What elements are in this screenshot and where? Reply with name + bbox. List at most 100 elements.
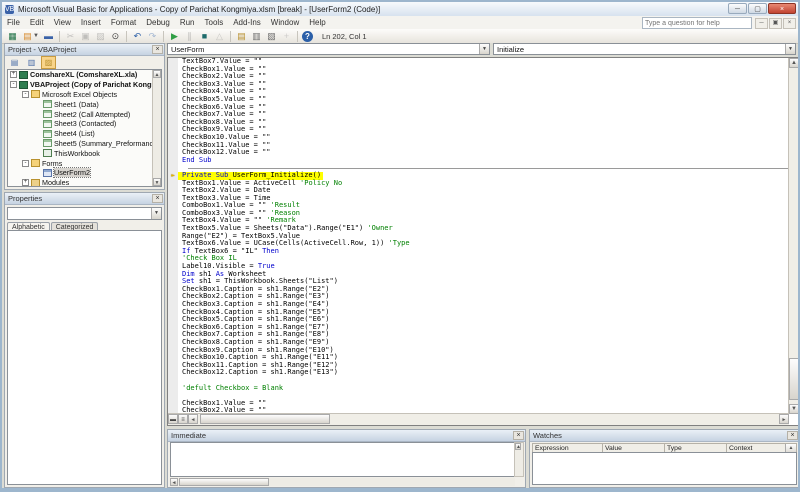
properties-object-dropdown[interactable]: ▼ (7, 207, 162, 220)
redo-icon[interactable]: ↷ (146, 30, 159, 42)
tree-item-comsharexl-comsharexl-xla[interactable]: +ComshareXL (ComshareXL.xla) (8, 70, 161, 80)
menu-addins[interactable]: Add-Ins (228, 16, 266, 29)
code-vertical-scrollbar[interactable]: ▲ ▼ (788, 58, 799, 414)
immediate-close-icon[interactable]: × (513, 431, 524, 440)
menu-tools[interactable]: Tools (200, 16, 229, 29)
minimize-button[interactable]: ─ (728, 3, 747, 14)
menu-edit[interactable]: Edit (25, 16, 49, 29)
menu-insert[interactable]: Insert (76, 16, 106, 29)
scroll-left-icon[interactable]: ◄ (170, 478, 178, 486)
paste-icon[interactable]: ▨ (94, 30, 107, 42)
mdi-restore-button[interactable]: ▣ (769, 18, 782, 29)
watches-panel-title: Watches (533, 431, 562, 440)
scroll-up-icon[interactable]: ▲ (789, 58, 799, 68)
view-object-icon[interactable]: ▥ (24, 56, 39, 69)
copy-icon[interactable]: ▣ (79, 30, 92, 42)
help-icon[interactable]: ? (302, 31, 313, 42)
chevron-down-icon[interactable]: ▼ (785, 44, 795, 54)
menu-view[interactable]: View (49, 16, 76, 29)
tree-item-modules[interactable]: +Modules (8, 178, 161, 187)
break-icon[interactable]: ∥ (183, 30, 196, 42)
object-browser-icon[interactable]: ▧ (265, 30, 278, 42)
properties-panel-titlebar[interactable]: Properties × (5, 193, 164, 205)
properties-list[interactable] (7, 230, 162, 485)
properties-window-icon[interactable]: ▥ (250, 30, 263, 42)
view-code-icon[interactable]: ▤ (7, 56, 22, 69)
reset-icon[interactable]: ■ (198, 30, 211, 42)
project-explorer-icon[interactable]: ▤ (235, 30, 248, 42)
margin-indicator (168, 149, 178, 157)
tree-item-sheet4-list[interactable]: Sheet4 (List) (8, 129, 161, 139)
cut-icon[interactable]: ✂ (64, 30, 77, 42)
menu-help[interactable]: Help (304, 16, 330, 29)
watches-close-icon[interactable]: × (787, 431, 798, 440)
full-module-view-button[interactable]: ≡ (178, 414, 188, 424)
expand-icon[interactable]: + (10, 71, 17, 78)
menu-format[interactable]: Format (106, 16, 141, 29)
object-dropdown[interactable]: UserForm ▼ (167, 43, 490, 55)
expand-icon[interactable]: + (22, 179, 29, 186)
chevron-down-icon[interactable]: ▼ (479, 44, 489, 54)
close-button[interactable]: × (768, 3, 796, 14)
scroll-up-icon[interactable]: ▲ (515, 443, 521, 450)
mdi-close-button[interactable]: × (783, 18, 796, 29)
scroll-right-icon[interactable]: ► (779, 414, 789, 424)
tree-item-microsoft-excel-objects[interactable]: -Microsoft Excel Objects (8, 90, 161, 100)
chevron-down-icon[interactable]: ▼ (33, 33, 39, 39)
watches-panel-titlebar[interactable]: Watches × (530, 430, 799, 442)
menu-run[interactable]: Run (175, 16, 200, 29)
tree-item-sheet1-data[interactable]: Sheet1 (Data) (8, 99, 161, 109)
collapse-icon[interactable]: - (22, 91, 29, 98)
scroll-down-icon[interactable]: ▼ (153, 178, 161, 186)
collapse-icon[interactable]: - (10, 81, 17, 88)
scroll-up-icon[interactable]: ▲ (153, 70, 161, 78)
toolbar-separator (163, 31, 164, 42)
design-mode-icon[interactable]: △ (213, 30, 226, 42)
menu-file[interactable]: File (2, 16, 25, 29)
tree-item-userform2[interactable]: UserForm2 (8, 168, 161, 178)
toggle-folders-icon[interactable]: ▨ (41, 56, 56, 69)
code-comment: 'Policy No (300, 179, 342, 187)
project-panel-titlebar[interactable]: Project - VBAProject × (5, 44, 164, 56)
tree-item-thisworkbook[interactable]: ThisWorkbook (8, 148, 161, 158)
procedure-dropdown[interactable]: Initialize ▼ (493, 43, 796, 55)
project-tree-scrollbar[interactable]: ▲ ▼ (152, 70, 161, 186)
project-tree[interactable]: +ComshareXL (ComshareXL.xla)-VBAProject … (7, 69, 162, 187)
find-icon[interactable]: ⊙ (109, 30, 122, 42)
excel-icon[interactable]: ▦ (6, 30, 19, 42)
mdi-minimize-button[interactable]: ─ (755, 18, 768, 29)
horizontal-scroll-thumb[interactable] (179, 478, 269, 486)
title-bar[interactable]: VB Microsoft Visual Basic for Applicatio… (2, 2, 798, 16)
worksheet-icon (43, 100, 52, 108)
tree-item-sheet3-contacted[interactable]: Sheet3 (Contacted) (8, 119, 161, 129)
project-close-icon[interactable]: × (152, 45, 163, 54)
menu-window[interactable]: Window (266, 16, 304, 29)
collapse-icon[interactable]: - (22, 160, 29, 167)
immediate-input-area[interactable] (170, 442, 515, 477)
code-editor-pane[interactable]: TextBox7.Value = ""CheckBox1.Value = ""C… (167, 57, 800, 426)
tree-item-sheet2-call-attempted[interactable]: Sheet2 (Call Attempted) (8, 109, 161, 119)
tree-item-vbaproject-copy-of-parichat-kongmiya-xlsm[interactable]: -VBAProject (Copy of Parichat Kongmiya.x… (8, 80, 161, 90)
maximize-button[interactable]: ▢ (748, 3, 767, 14)
properties-close-icon[interactable]: × (152, 194, 163, 203)
tree-item-forms[interactable]: -Forms (8, 158, 161, 168)
menu-debug[interactable]: Debug (141, 16, 175, 29)
code-lines[interactable]: TextBox7.Value = ""CheckBox1.Value = ""C… (168, 58, 789, 414)
help-search-input[interactable] (642, 17, 752, 29)
immediate-panel-titlebar[interactable]: Immediate × (168, 430, 525, 442)
scroll-down-icon[interactable]: ▼ (789, 404, 799, 414)
toolbox-icon[interactable]: + (280, 30, 293, 42)
tree-item-sheet5-summary-preformance[interactable]: Sheet5 (Summary_Preformance) (8, 139, 161, 149)
save-icon[interactable]: ▬ (42, 30, 55, 42)
watches-list[interactable] (532, 452, 797, 485)
scroll-left-icon[interactable]: ◄ (188, 414, 198, 424)
immediate-vertical-scrollbar[interactable]: ▲ (514, 442, 524, 477)
chevron-down-icon[interactable]: ▼ (151, 208, 161, 219)
vertical-scroll-thumb[interactable] (789, 358, 799, 400)
code-horizontal-scrollbar[interactable]: ◄ ► (188, 414, 789, 425)
horizontal-scroll-thumb[interactable] (200, 414, 330, 424)
procedure-view-button[interactable]: ▬ (168, 414, 178, 424)
run-icon[interactable]: ▶ (168, 30, 181, 42)
undo-icon[interactable]: ↶ (131, 30, 144, 42)
immediate-horizontal-scrollbar[interactable]: ◄ (170, 478, 515, 486)
